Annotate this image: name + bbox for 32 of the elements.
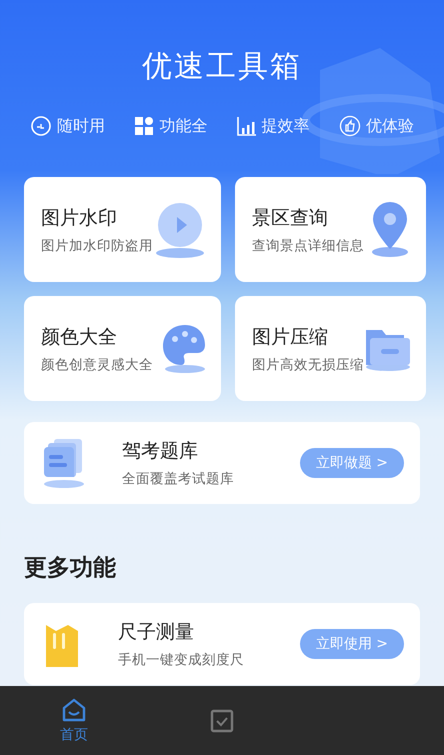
palette-icon <box>161 322 207 374</box>
tool-title: 图片压缩 <box>252 324 329 350</box>
tool-title: 图片水印 <box>41 206 118 230</box>
feature-label: 提效率 <box>262 116 310 136</box>
card-title: 驾考题库 <box>122 439 199 464</box>
tool-card[interactable]: 图片压缩 图片高效无损压缩 <box>235 296 426 401</box>
tool-subtitle: 查询景点详细信息 <box>252 236 364 254</box>
feature-label: 功能全 <box>159 116 208 136</box>
tool-card[interactable]: 颜色大全 颜色创意灵感大全 <box>24 296 221 401</box>
card-title: 尺子测量 <box>118 620 195 645</box>
tool-subtitle: 图片高效无损压缩 <box>252 356 364 374</box>
tool-title: 景区查询 <box>252 206 329 230</box>
document-icon <box>42 437 86 489</box>
play-icon <box>153 200 207 258</box>
bar-chart-icon <box>236 116 257 136</box>
tool-card[interactable]: 景区查询 查询景点详细信息 <box>235 177 426 282</box>
feature-card[interactable]: 驾考题库 全面覆盖考试题库 立即做题 > <box>24 422 420 504</box>
feature-label: 优体验 <box>366 116 414 136</box>
tool-subtitle: 图片加水印防盗用 <box>41 236 153 254</box>
card-subtitle: 全面覆盖考试题库 <box>122 470 234 488</box>
grid-icon <box>134 116 154 136</box>
tool-title: 颜色大全 <box>41 324 118 350</box>
app-title: 优速工具箱 <box>141 48 303 86</box>
feature-label: 随时用 <box>57 116 105 136</box>
home-icon <box>61 697 87 723</box>
card-subtitle: 手机一键变成刻度尺 <box>118 651 244 669</box>
thumbs-up-icon <box>338 115 361 137</box>
section-heading: 更多功能 <box>24 554 117 583</box>
tool-card[interactable]: 图片水印 图片加水印防盗用 <box>24 177 221 282</box>
checkbox-icon <box>210 708 234 732</box>
tool-subtitle: 颜色创意灵感大全 <box>41 356 153 374</box>
feature-card[interactable]: 尺子测量 手机一键变成刻度尺 立即使用 > <box>24 603 420 685</box>
